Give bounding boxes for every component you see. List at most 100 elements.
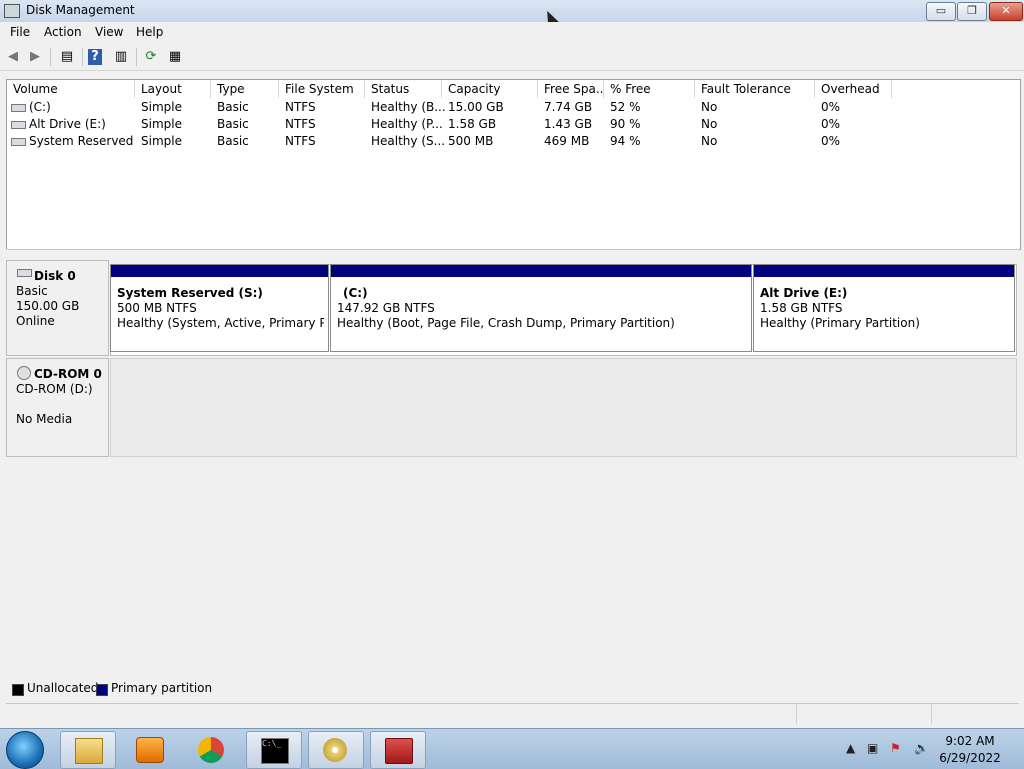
column-header-type[interactable]: Type bbox=[211, 80, 279, 98]
volume-icon[interactable]: 🔈 bbox=[914, 741, 929, 755]
table-row[interactable]: Alt Drive (E:) Simple Basic NTFS Healthy… bbox=[7, 116, 1020, 133]
disk-name: Disk 0 bbox=[34, 269, 76, 283]
menu-file[interactable]: File bbox=[10, 25, 30, 39]
minimize-button[interactable]: ▭ bbox=[926, 2, 956, 21]
cell-volume: (C:) bbox=[11, 99, 135, 116]
disk-type: CD-ROM (D:) bbox=[16, 382, 93, 396]
clock-time[interactable]: 9:02 AM bbox=[930, 734, 1010, 748]
table-row[interactable]: (C:) Simple Basic NTFS Healthy (B... 15.… bbox=[7, 99, 1020, 116]
disk-state: Online bbox=[16, 314, 55, 328]
partition-status: Healthy (Primary Partition) bbox=[760, 316, 920, 330]
action-center-flag-icon[interactable]: ⚑ bbox=[890, 741, 901, 755]
partition-size: 147.92 GB NTFS bbox=[337, 301, 435, 315]
help-icon[interactable]: ? bbox=[88, 49, 102, 65]
close-button[interactable]: ✕ bbox=[989, 2, 1023, 21]
clock-date[interactable]: 6/29/2022 bbox=[930, 751, 1010, 765]
menu-view[interactable]: View bbox=[95, 25, 123, 39]
table-row[interactable]: System Reserved (... Simple Basic NTFS H… bbox=[7, 133, 1020, 150]
partition-status: Healthy (Boot, Page File, Crash Dump, Pr… bbox=[337, 316, 675, 330]
taskbar-media-player[interactable] bbox=[122, 731, 176, 767]
primary-partition-swatch bbox=[96, 684, 108, 696]
column-header-file-system[interactable]: File System bbox=[279, 80, 365, 98]
properties-icon[interactable]: ▥ bbox=[112, 48, 130, 66]
cell-capacity: 500 MB bbox=[448, 134, 494, 148]
cell-fault-tolerance: No bbox=[701, 117, 718, 131]
menu-help[interactable]: Help bbox=[136, 25, 163, 39]
cell-file-system: NTFS bbox=[285, 100, 316, 114]
taskbar-disc[interactable] bbox=[308, 731, 364, 769]
taskbar-cmd[interactable]: C:\_ bbox=[246, 731, 302, 769]
partition-c[interactable]: (C:) 147.92 GB NTFS Healthy (Boot, Page … bbox=[330, 264, 752, 352]
cell-percent-free: 90 % bbox=[610, 117, 641, 131]
partition-system-reserved[interactable]: System Reserved (S:) 500 MB NTFS Healthy… bbox=[110, 264, 329, 352]
taskbar-chrome[interactable] bbox=[184, 731, 238, 767]
cdrom-0-area bbox=[110, 358, 1017, 457]
cmd-icon: C:\_ bbox=[261, 738, 289, 764]
cell-status: Healthy (P... bbox=[371, 117, 443, 131]
cdrom-0-label[interactable]: CD-ROM 0 CD-ROM (D:) No Media bbox=[6, 358, 109, 457]
primary-partition-bar bbox=[331, 265, 751, 277]
folder-icon bbox=[75, 738, 103, 764]
media-player-icon bbox=[136, 737, 164, 763]
disk-state: No Media bbox=[16, 412, 73, 426]
status-bar bbox=[6, 703, 1019, 724]
cell-type: Basic bbox=[217, 100, 249, 114]
column-header-layout[interactable]: Layout bbox=[135, 80, 211, 98]
column-header-capacity[interactable]: Capacity bbox=[442, 80, 538, 98]
cell-capacity: 15.00 GB bbox=[448, 100, 504, 114]
settings-list-icon[interactable]: ▦ bbox=[166, 48, 184, 66]
toolbar-separator bbox=[136, 48, 137, 66]
drive-icon bbox=[11, 103, 26, 112]
chrome-icon bbox=[198, 737, 224, 763]
column-header-percent-free[interactable]: % Free bbox=[604, 80, 695, 98]
taskbar-explorer[interactable] bbox=[60, 731, 116, 769]
cell-status: Healthy (S... bbox=[371, 134, 446, 148]
cell-volume: Alt Drive (E:) bbox=[11, 116, 135, 133]
cell-free-space: 7.74 GB bbox=[544, 100, 593, 114]
taskbar-computer-management[interactable] bbox=[370, 731, 426, 769]
cell-layout: Simple bbox=[141, 117, 182, 131]
cell-overhead: 0% bbox=[821, 100, 841, 114]
maximize-button[interactable]: ❐ bbox=[957, 2, 987, 21]
menu-bar: File Action View Help bbox=[0, 22, 1024, 43]
cell-fault-tolerance: No bbox=[701, 100, 718, 114]
toolbar: ◀ ▶ ▤ ? ▥ ⟳ ▦ bbox=[0, 44, 1024, 71]
legend: Unallocated Primary partition bbox=[6, 680, 1019, 698]
partition-title: System Reserved (S:) bbox=[117, 286, 263, 300]
back-arrow-icon[interactable]: ◀ bbox=[4, 48, 22, 66]
primary-partition-bar bbox=[754, 265, 1014, 277]
cell-free-space: 1.43 GB bbox=[544, 117, 593, 131]
disk-name: CD-ROM 0 bbox=[34, 367, 102, 381]
refresh-icon[interactable]: ⟳ bbox=[142, 48, 160, 66]
window-title: Disk Management bbox=[26, 3, 135, 17]
disk-0-label[interactable]: Disk 0 Basic 150.00 GB Online bbox=[6, 260, 109, 356]
disk-management-app-icon bbox=[4, 4, 20, 18]
status-separator bbox=[796, 704, 797, 724]
show-hide-tree-icon[interactable]: ▤ bbox=[58, 48, 76, 66]
menu-action[interactable]: Action bbox=[44, 25, 82, 39]
title-bar: Disk Management ▭ ❐ ✕ bbox=[0, 0, 1024, 23]
column-header-fault-tolerance[interactable]: Fault Tolerance bbox=[695, 80, 815, 98]
partition-status: Healthy (System, Active, Primary Partit bbox=[117, 316, 324, 330]
disk-type: Basic bbox=[16, 284, 48, 298]
taskbar: C:\_ ▲ ▣ ⚑ 🔈 9:02 AM 6/29/2022 bbox=[0, 728, 1024, 769]
column-header-free-space[interactable]: Free Spa... bbox=[538, 80, 604, 98]
column-header-volume[interactable]: Volume bbox=[7, 80, 135, 98]
cell-type: Basic bbox=[217, 117, 249, 131]
column-header-overhead[interactable]: Overhead bbox=[815, 80, 892, 98]
toolbox-icon bbox=[385, 738, 413, 764]
toolbar-separator bbox=[82, 48, 83, 66]
forward-arrow-icon[interactable]: ▶ bbox=[26, 48, 44, 66]
cell-volume: System Reserved (... bbox=[11, 133, 135, 150]
disk-size: 150.00 GB bbox=[16, 299, 80, 313]
column-header-status[interactable]: Status bbox=[365, 80, 442, 98]
toolbar-separator bbox=[50, 48, 51, 66]
drive-icon bbox=[11, 120, 26, 129]
cell-percent-free: 94 % bbox=[610, 134, 641, 148]
partition-alt-drive[interactable]: Alt Drive (E:) 1.58 GB NTFS Healthy (Pri… bbox=[753, 264, 1015, 352]
show-hidden-icons-icon[interactable]: ▲ bbox=[846, 741, 855, 755]
cell-free-space: 469 MB bbox=[544, 134, 590, 148]
start-button[interactable] bbox=[6, 731, 44, 769]
network-icon[interactable]: ▣ bbox=[867, 741, 878, 755]
cell-file-system: NTFS bbox=[285, 117, 316, 131]
